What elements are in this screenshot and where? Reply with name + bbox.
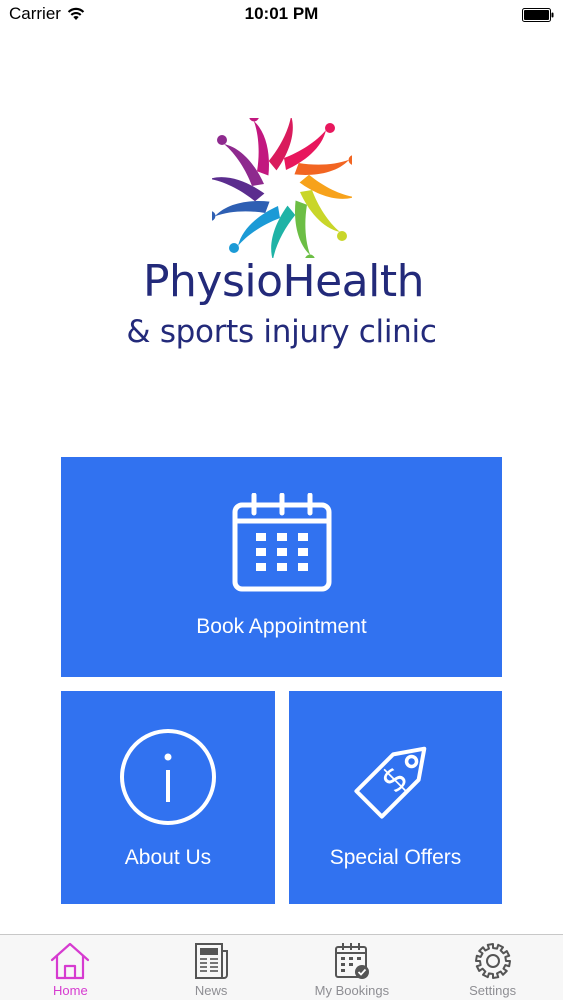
status-bar: Carrier 10:01 PM	[0, 0, 563, 30]
home-icon	[51, 942, 90, 980]
battery-icon	[522, 8, 554, 22]
tab-my-bookings[interactable]: My Bookings	[282, 935, 423, 1000]
book-appointment-label: Book Appointment	[196, 615, 367, 638]
tab-settings[interactable]: Settings	[422, 935, 563, 1000]
special-offers-label: Special Offers	[329, 846, 462, 869]
special-offers-button[interactable]: $ Special Offers	[289, 691, 502, 904]
people-circle-logo-icon	[212, 118, 352, 258]
newspaper-icon	[195, 943, 229, 979]
logo-title: PhysioHealth	[142, 256, 425, 307]
about-us-label: About Us	[124, 846, 212, 869]
tab-my-bookings-label: My Bookings	[314, 983, 390, 998]
calendar-icon	[232, 493, 332, 592]
logo-subtitle: & sports injury clinic	[126, 314, 437, 350]
book-appointment-button[interactable]: Book Appointment	[61, 457, 502, 677]
home-screen: Carrier 10:01 PM PhysioHealth & sports i…	[0, 0, 563, 1000]
price-tag-icon: $	[354, 746, 427, 819]
calendar-check-icon	[334, 943, 369, 979]
tab-home-label: Home	[53, 983, 88, 998]
status-time: 10:01 PM	[244, 4, 319, 23]
tab-bar: Home News My Bookings Settings	[0, 934, 563, 1000]
clinic-logo: PhysioHealth & sports injury clinic	[0, 112, 563, 362]
about-us-button[interactable]: About Us	[61, 691, 275, 904]
gear-icon	[474, 943, 511, 979]
info-icon	[120, 729, 216, 825]
tab-settings-label: Settings	[469, 983, 517, 998]
tab-home[interactable]: Home	[0, 935, 141, 1000]
tab-news-label: News	[194, 983, 228, 998]
tab-news[interactable]: News	[141, 935, 282, 1000]
